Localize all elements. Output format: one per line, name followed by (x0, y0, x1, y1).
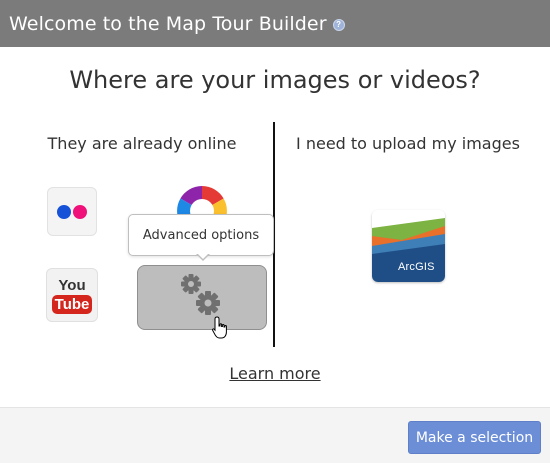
online-sources-heading: They are already online (47, 134, 237, 153)
flickr-icon (57, 204, 71, 219)
dialog-title-bar: Welcome to the Map Tour Builder ? (0, 0, 550, 47)
dialog-title: Welcome to the Map Tour Builder (9, 12, 327, 35)
youtube-icon: You (58, 277, 86, 294)
tooltip-arrow-inner (197, 253, 209, 259)
help-icon[interactable]: ? (332, 18, 345, 31)
page-title: Where are your images or videos? (69, 66, 481, 94)
gear-icon (181, 274, 220, 315)
advanced-options-tooltip: Advanced options (128, 214, 274, 256)
advanced-options-button[interactable] (137, 265, 267, 330)
make-selection-button[interactable]: Make a selection (408, 421, 541, 454)
upload-sources-heading: I need to upload my images (296, 134, 520, 153)
learn-more-link[interactable]: Learn more (0, 364, 550, 383)
hand-cursor-icon (211, 316, 227, 339)
flickr-icon-dot (73, 204, 87, 219)
flickr-button[interactable] (47, 187, 97, 236)
youtube-icon-tube: Tube (51, 295, 93, 314)
arcgis-label: ArcGIS (398, 261, 435, 273)
youtube-button[interactable]: You Tube (46, 268, 98, 322)
